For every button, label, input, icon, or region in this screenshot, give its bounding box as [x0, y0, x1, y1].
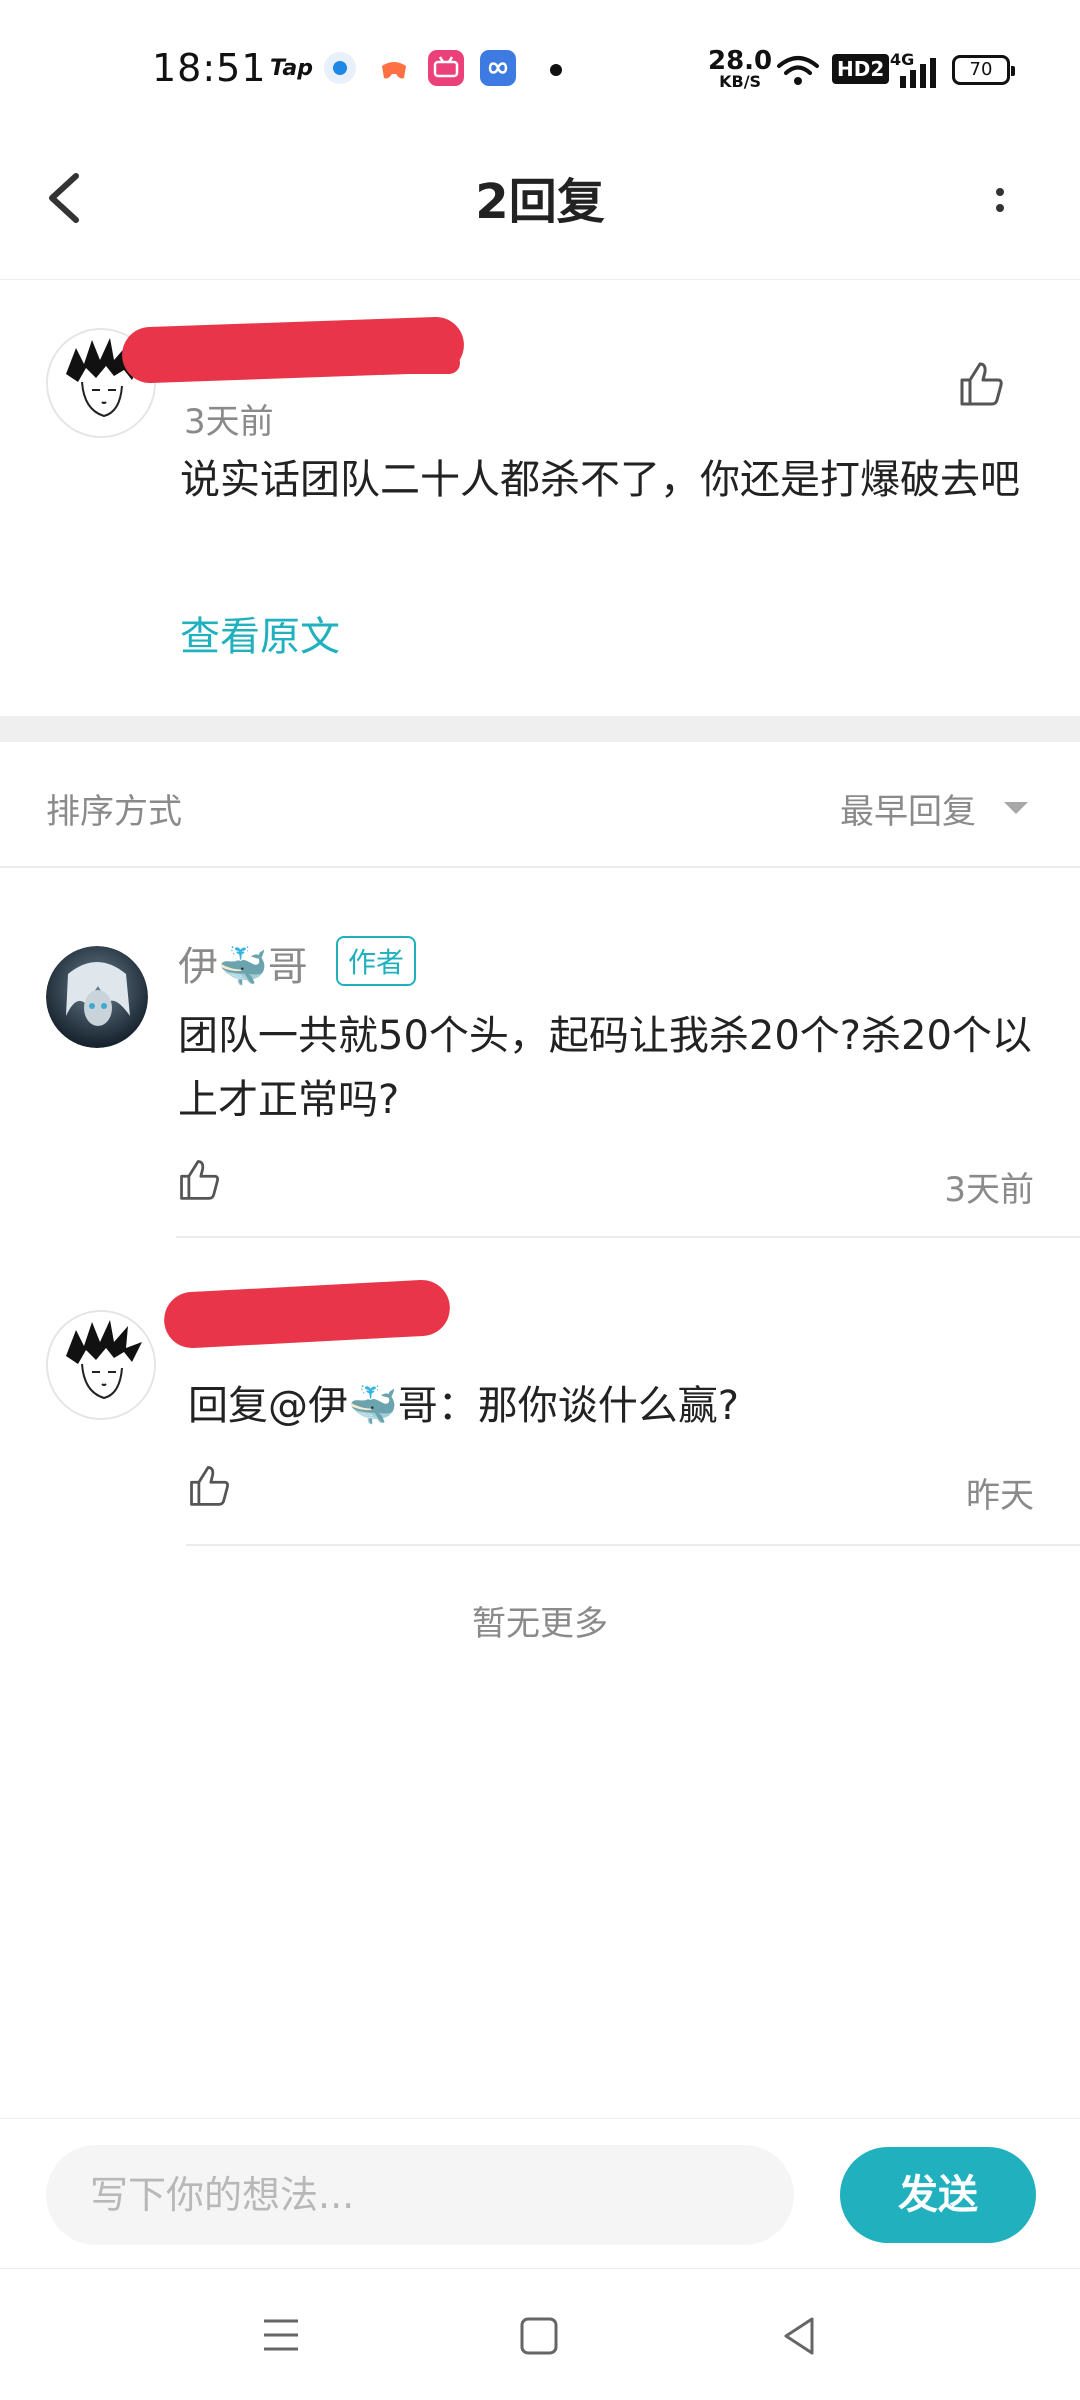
- section-divider: [0, 716, 1080, 742]
- signal-icon: [900, 58, 936, 88]
- comment-composer: 发送: [0, 2118, 1080, 2268]
- page-title: 2回复: [475, 174, 605, 230]
- menu-icon: [264, 2319, 298, 2351]
- tap-app-icon: Tap: [270, 56, 313, 81]
- reply-divider: [176, 1236, 1080, 1238]
- comment-input[interactable]: [46, 2145, 794, 2245]
- more-button[interactable]: [980, 160, 1020, 240]
- reply-like-button[interactable]: [176, 1156, 222, 1202]
- reply-like-button[interactable]: [186, 1462, 232, 1508]
- wifi-icon: [777, 56, 819, 85]
- thumb-up-icon: [190, 1466, 229, 1506]
- reply-content: 回复@伊🐳哥：那你谈什么赢?: [188, 1383, 740, 1429]
- view-original-link[interactable]: 查看原文: [180, 604, 340, 662]
- status-time: 18:51: [152, 46, 267, 90]
- sort-dropdown[interactable]: 最早回复: [840, 784, 976, 833]
- recent-apps-button[interactable]: [256, 2313, 306, 2357]
- reply-content: 团队一共就50个头，起码让我杀20个?杀20个以上才正常吗?: [178, 1013, 1032, 1123]
- app-notification-icon: [324, 52, 356, 84]
- send-button[interactable]: 发送: [840, 2147, 1036, 2243]
- post-content: 说实话团队二十人都杀不了，你还是打爆破去吧: [180, 457, 1020, 503]
- avatar[interactable]: [46, 946, 148, 1048]
- reply-time: 昨天: [966, 1476, 1034, 1516]
- battery-icon: 70: [952, 55, 1015, 85]
- no-more-text: 暂无更多: [472, 1604, 608, 1644]
- bilibili-app-icon: [428, 50, 464, 86]
- post-time: 3天前: [184, 402, 274, 442]
- infinity-app-icon: [480, 50, 516, 86]
- status-bar: 18:51 Tap 28.0 KB/S HD2 4G 70: [0, 0, 1080, 130]
- hd-voice-icon: HD2: [832, 54, 890, 84]
- sort-label: 排序方式: [46, 792, 182, 832]
- author-badge: 作者: [336, 936, 417, 986]
- thumb-up-icon: [960, 362, 1003, 406]
- back-nav-button[interactable]: [774, 2311, 824, 2361]
- square-icon: [520, 2317, 558, 2355]
- reply-author-name[interactable]: 伊🐳哥: [178, 934, 308, 992]
- triangle-back-icon: [784, 2317, 814, 2355]
- like-button[interactable]: [956, 358, 1006, 408]
- caret-down-icon[interactable]: [1004, 802, 1028, 814]
- top-app-bar: 2回复: [0, 130, 1080, 280]
- network-speed: 28.0 KB/S: [708, 46, 773, 91]
- game-app-icon: [376, 52, 412, 88]
- reply-time: 3天前: [944, 1170, 1034, 1210]
- more-vertical-icon: [996, 188, 1004, 196]
- thumb-up-icon: [180, 1160, 219, 1200]
- redacted-username: [162, 1278, 452, 1350]
- notification-dot-icon: [550, 64, 562, 76]
- system-nav-bar: [0, 2268, 1080, 2400]
- sort-bar: 排序方式 最早回复: [0, 742, 1080, 868]
- avatar[interactable]: [46, 1310, 156, 1420]
- home-button[interactable]: [516, 2313, 562, 2359]
- reply-divider: [186, 1544, 1080, 1546]
